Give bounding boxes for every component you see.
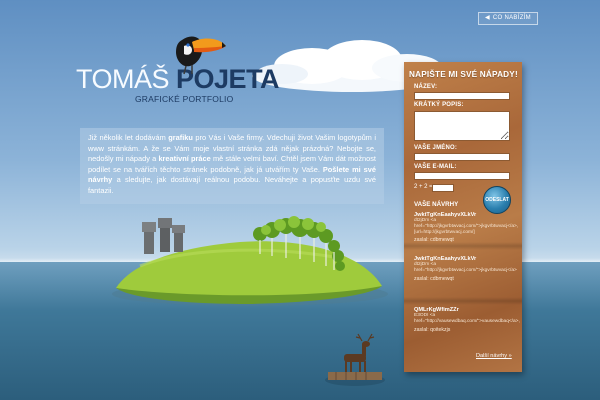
- arrow-icon: ◀: [485, 15, 490, 21]
- intro-text-1: Již několik let dodávám: [88, 133, 169, 142]
- proposal-author: zaslal: cdbmewqt: [414, 237, 454, 244]
- proposal-body: dt2jDm <a href="http://jkgvrbtwvacj.com/…: [414, 262, 517, 273]
- intro-box: Již několik let dodávám grafiku pro Vás …: [80, 128, 384, 204]
- toucan-icon: [176, 36, 226, 75]
- proposal-author: zaslal: qoitekzjs: [414, 326, 451, 333]
- more-proposals-link[interactable]: Další návrhy »: [476, 353, 512, 359]
- email-field[interactable]: [414, 172, 510, 180]
- proposal-item[interactable]: JwktTgKnEaahyvXLkVr dt2jDm <a href="http…: [414, 212, 519, 244]
- offer-link[interactable]: ◀ CO NABÍZÍM: [478, 12, 538, 25]
- proposal-body: E3ODI <a href="http://vausewdbaq.com/">v…: [414, 313, 520, 324]
- intro-text-4: a sledujte, jak dostávají reálnou podobu…: [88, 175, 376, 195]
- proposal-item[interactable]: QMLrKgWfimZZr E3ODI <a href="http://vaus…: [414, 307, 520, 333]
- proposal-body: dt2jDm <a href="http://jkgvrbtwvacj.com/…: [414, 218, 519, 235]
- proposals-title: VAŠE NÁVRHY: [414, 201, 459, 208]
- intro-bold-2: kreativní práce: [158, 154, 211, 164]
- description-field[interactable]: [414, 111, 510, 141]
- offer-link-label: CO NABÍZÍM: [492, 15, 531, 21]
- captcha-field[interactable]: [432, 184, 454, 192]
- name-label: NÁZEV:: [414, 84, 438, 90]
- logo-subtitle: GRAFICKÉ PORTFOLIO: [135, 94, 234, 104]
- intro-bold-1: grafiku: [168, 133, 193, 142]
- island-illustration: [112, 216, 388, 306]
- form-title: NAPIŠTE MI SVÉ NÁPADY!: [409, 70, 518, 79]
- proposal-item[interactable]: JwktTgKnEaahyvXLkVr dt2jDm <a href="http…: [414, 256, 517, 282]
- captcha-question: 2 + 2 =: [414, 184, 433, 190]
- raft-with-deer-illustration: [325, 333, 385, 386]
- proposal-author: zaslal: cdbmewqt: [414, 275, 454, 282]
- your-name-label: VAŠE JMÉNO:: [414, 145, 458, 151]
- email-label: VAŠE E-MAIL:: [414, 164, 457, 170]
- description-label: KRÁTKÝ POPIS:: [414, 102, 464, 108]
- intro-text: Již několik let dodávám grafiku pro Vás …: [88, 133, 376, 197]
- your-name-field[interactable]: [414, 153, 510, 161]
- send-button[interactable]: ODESLAT: [483, 186, 511, 214]
- name-field[interactable]: [414, 92, 510, 100]
- logo-first-name: TOMÁŠ: [76, 64, 170, 94]
